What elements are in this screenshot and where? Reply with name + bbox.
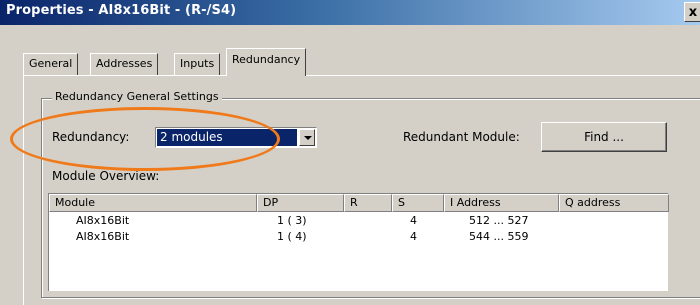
tab-addresses[interactable]: Addresses — [90, 53, 159, 75]
window-title: Properties - AI8x16Bit - (R-/S4) — [6, 3, 237, 18]
tab-panel — [23, 75, 700, 305]
tab-inputs[interactable]: Inputs — [174, 53, 221, 75]
close-icon: x — [688, 5, 698, 20]
close-button[interactable]: x — [684, 2, 700, 22]
title-bar: Properties - AI8x16Bit - (R-/S4) x — [0, 0, 700, 25]
tab-general[interactable]: General — [23, 53, 79, 75]
tab-redundancy[interactable]: Redundancy — [226, 48, 307, 76]
tab-label: Redundancy — [232, 53, 301, 66]
tab-label: Inputs — [180, 57, 215, 70]
tab-label: General — [29, 57, 73, 70]
tab-label: Addresses — [96, 57, 153, 70]
